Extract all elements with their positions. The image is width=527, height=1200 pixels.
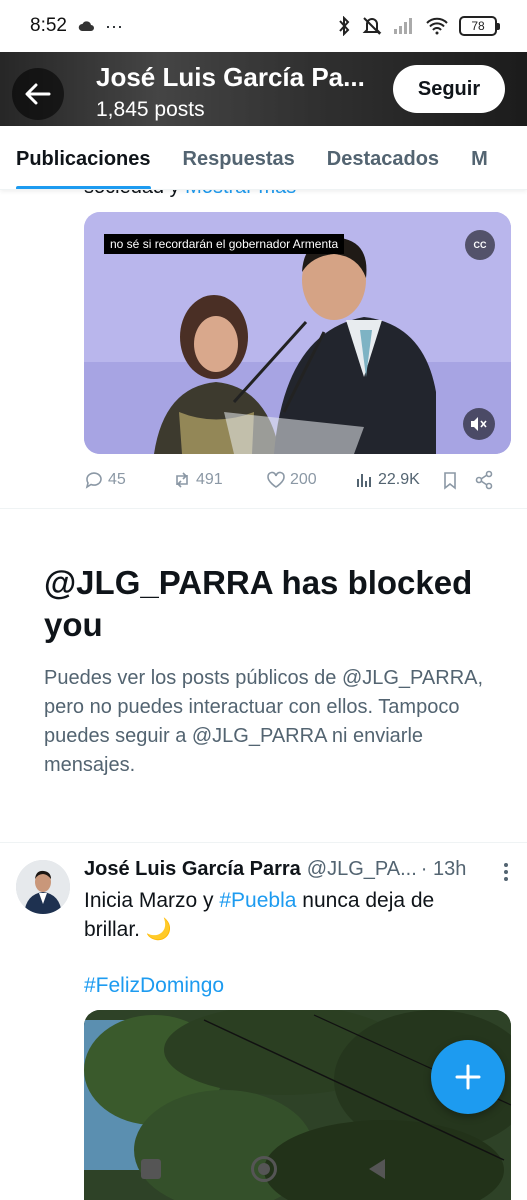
- more-vertical-icon: [504, 863, 508, 881]
- reply-action[interactable]: 45: [84, 470, 172, 490]
- status-more: ···: [104, 15, 123, 36]
- hashtag-link[interactable]: #FelizDomingo: [84, 974, 224, 998]
- wifi-icon: [426, 17, 448, 35]
- back-triangle-icon[interactable]: [367, 1158, 387, 1180]
- tab-destacados[interactable]: Destacados: [311, 126, 455, 189]
- post-text: Inicia Marzo y #Puebla nunca deja de bri…: [84, 889, 435, 941]
- video-caption: no sé si recordarán el gobernador Arment…: [104, 234, 345, 254]
- divider: [0, 842, 527, 843]
- mute-bell-icon: [362, 17, 382, 35]
- share-icon: [475, 470, 493, 490]
- compose-post-button[interactable]: [431, 1040, 505, 1114]
- more-options-button[interactable]: [503, 862, 509, 887]
- blocked-title: @JLG_PARRA has blocked you: [44, 564, 473, 643]
- arrow-left-icon: [25, 83, 51, 105]
- reply-count: 45: [108, 471, 126, 488]
- status-bar: 8:52 ··· 78: [0, 0, 527, 52]
- author-name[interactable]: José Luis García Parra: [84, 858, 301, 881]
- battery-indicator: 78: [459, 16, 500, 36]
- share-action[interactable]: [474, 470, 494, 490]
- views-count: 22.9K: [378, 471, 420, 488]
- author-handle: @JLG_PA...: [306, 858, 417, 880]
- hashtag-link[interactable]: #Puebla: [219, 889, 296, 912]
- like-count: 200: [290, 471, 317, 488]
- recent-apps-button[interactable]: [140, 1159, 161, 1179]
- reply-icon: [85, 472, 102, 489]
- profile-name: José Luis García Pa...: [96, 62, 365, 92]
- post-actions: 45 491 200 22.9K: [84, 466, 504, 494]
- avatar-image: [16, 860, 70, 914]
- views-action[interactable]: 22.9K: [354, 470, 440, 490]
- video-player[interactable]: no sé si recordarán el gobernador Arment…: [84, 212, 511, 454]
- tab-publicaciones[interactable]: Publicaciones: [0, 126, 167, 189]
- views-icon: [357, 474, 371, 487]
- profile-tabs: Publicaciones Respuestas Destacados M: [0, 126, 527, 190]
- speaker-muted-icon: [471, 417, 487, 431]
- closed-captions-button[interactable]: CC: [465, 230, 495, 260]
- blocked-description: Puedes ver los posts públicos de @JLG_PA…: [44, 667, 484, 776]
- plus-icon: [455, 1064, 481, 1090]
- home-button[interactable]: [250, 1156, 277, 1182]
- profile-header: José Luis García Pa... 1,845 posts Segui…: [0, 52, 527, 126]
- back-button[interactable]: [12, 68, 64, 120]
- like-action[interactable]: 200: [266, 470, 354, 490]
- status-time: 8:52: [30, 15, 67, 36]
- tab-respuestas[interactable]: Respuestas: [167, 126, 311, 189]
- tab-more[interactable]: M: [455, 126, 504, 189]
- posts-count: 1,845 posts: [96, 98, 205, 121]
- cloud-icon: [78, 21, 94, 31]
- bluetooth-icon: [339, 16, 350, 36]
- repost-count: 491: [196, 471, 223, 488]
- heart-icon: [267, 471, 285, 488]
- divider: [0, 508, 527, 509]
- repost-icon: [176, 472, 188, 488]
- post-time: · 13h: [420, 858, 467, 880]
- bookmark-action[interactable]: [440, 470, 474, 490]
- system-nav-bar: [0, 1138, 527, 1200]
- avatar[interactable]: [16, 860, 70, 914]
- post-header: José Luis García Parra @JLG_PA... · 13h: [84, 858, 504, 881]
- repost-action[interactable]: 491: [172, 470, 266, 490]
- signal-icon: [394, 18, 412, 34]
- bookmark-icon: [444, 472, 456, 490]
- follow-button[interactable]: Seguir: [393, 65, 505, 113]
- mute-button[interactable]: [463, 408, 495, 440]
